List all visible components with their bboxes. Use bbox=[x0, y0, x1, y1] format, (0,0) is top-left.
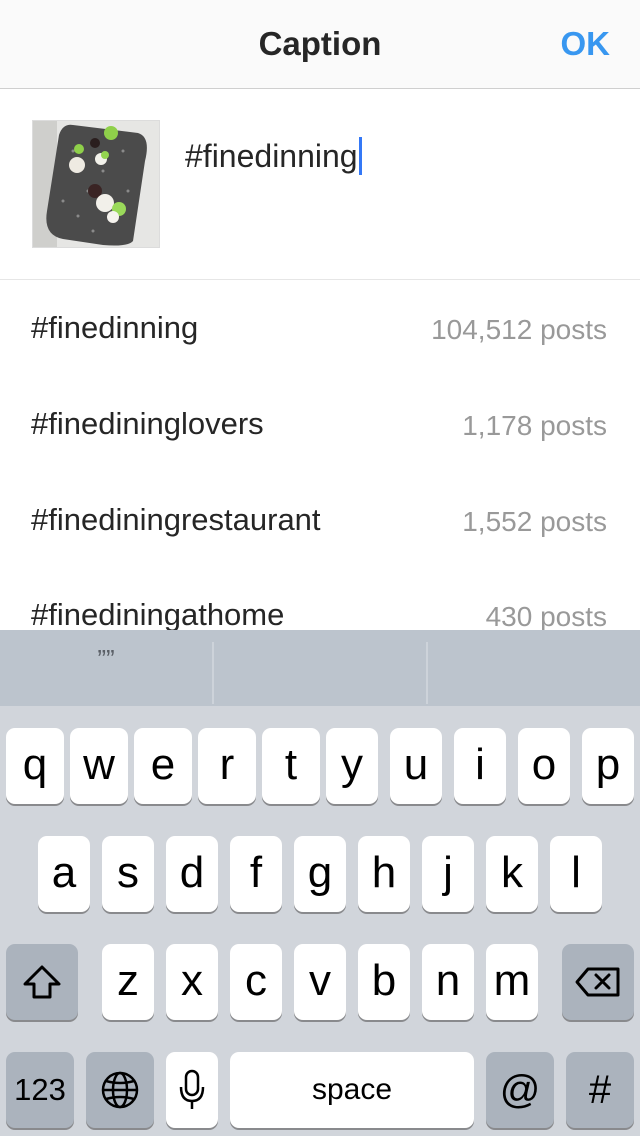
caption-text: #finedinning bbox=[185, 138, 358, 174]
key-u[interactable]: u bbox=[390, 728, 442, 804]
shift-key[interactable] bbox=[6, 944, 78, 1020]
key-z[interactable]: z bbox=[102, 944, 154, 1020]
keyboard: ”” q w e r t y u i o p a s d f g h j k l… bbox=[0, 630, 640, 1136]
suggestion-tag: #finedinning bbox=[31, 310, 199, 345]
caption-compose-area: #finedinning bbox=[0, 89, 640, 280]
key-r[interactable]: r bbox=[198, 728, 256, 804]
key-l[interactable]: l bbox=[550, 836, 602, 912]
suggestion-row[interactable]: #finediningathome 430 posts bbox=[0, 567, 640, 630]
suggestion-row[interactable]: #finediningrestaurant 1,552 posts bbox=[0, 472, 640, 568]
microphone-icon bbox=[166, 1052, 218, 1128]
key-e[interactable]: e bbox=[134, 728, 192, 804]
prediction-slot[interactable] bbox=[214, 630, 426, 706]
key-i[interactable]: i bbox=[454, 728, 506, 804]
suggestion-count: 104,512 posts bbox=[431, 314, 607, 345]
space-key[interactable]: space bbox=[230, 1052, 474, 1128]
key-v[interactable]: v bbox=[294, 944, 346, 1020]
key-o[interactable]: o bbox=[518, 728, 570, 804]
dictation-key[interactable] bbox=[166, 1052, 218, 1128]
key-a[interactable]: a bbox=[38, 836, 90, 912]
globe-icon bbox=[86, 1052, 154, 1128]
suggestion-row[interactable]: #finedininglovers 1,178 posts bbox=[0, 376, 640, 472]
prediction-slot[interactable]: ”” bbox=[0, 630, 212, 706]
page-title: Caption bbox=[258, 25, 382, 62]
key-w[interactable]: w bbox=[70, 728, 128, 804]
text-cursor bbox=[358, 137, 362, 175]
hash-key[interactable]: # bbox=[566, 1052, 634, 1128]
key-q[interactable]: q bbox=[6, 728, 64, 804]
key-k[interactable]: k bbox=[486, 836, 538, 912]
key-h[interactable]: h bbox=[358, 836, 410, 912]
key-y[interactable]: y bbox=[326, 728, 378, 804]
suggestion-tag: #finedininglovers bbox=[31, 406, 264, 441]
suggestion-tag: #finediningrestaurant bbox=[31, 502, 321, 537]
globe-key[interactable] bbox=[86, 1052, 154, 1128]
nav-bar: Caption OK bbox=[0, 0, 640, 89]
suggestion-tag: #finediningathome bbox=[31, 597, 285, 630]
caption-input[interactable]: #finedinning bbox=[185, 137, 362, 175]
prediction-text: ”” bbox=[97, 644, 115, 674]
backspace-key[interactable] bbox=[562, 944, 634, 1020]
ok-button[interactable]: OK bbox=[561, 0, 611, 88]
key-d[interactable]: d bbox=[166, 836, 218, 912]
key-n[interactable]: n bbox=[422, 944, 474, 1020]
key-x[interactable]: x bbox=[166, 944, 218, 1020]
backspace-icon bbox=[562, 944, 634, 1020]
key-j[interactable]: j bbox=[422, 836, 474, 912]
key-t[interactable]: t bbox=[262, 728, 320, 804]
key-g[interactable]: g bbox=[294, 836, 346, 912]
suggestion-row[interactable]: #finedinning 104,512 posts bbox=[0, 280, 640, 376]
key-s[interactable]: s bbox=[102, 836, 154, 912]
key-p[interactable]: p bbox=[582, 728, 634, 804]
numbers-key[interactable]: 123 bbox=[6, 1052, 74, 1128]
predictive-bar: ”” bbox=[0, 630, 640, 706]
suggestion-count: 430 posts bbox=[485, 601, 607, 630]
shift-icon bbox=[6, 944, 78, 1020]
suggestion-count: 1,178 posts bbox=[462, 410, 607, 441]
key-c[interactable]: c bbox=[230, 944, 282, 1020]
at-key[interactable]: @ bbox=[486, 1052, 554, 1128]
hashtag-suggestions: #finedinning 104,512 posts #finedininglo… bbox=[0, 280, 640, 630]
key-m[interactable]: m bbox=[486, 944, 538, 1020]
prediction-slot[interactable] bbox=[428, 630, 640, 706]
key-b[interactable]: b bbox=[358, 944, 410, 1020]
photo-thumbnail bbox=[32, 120, 160, 248]
suggestion-count: 1,552 posts bbox=[462, 506, 607, 537]
key-f[interactable]: f bbox=[230, 836, 282, 912]
